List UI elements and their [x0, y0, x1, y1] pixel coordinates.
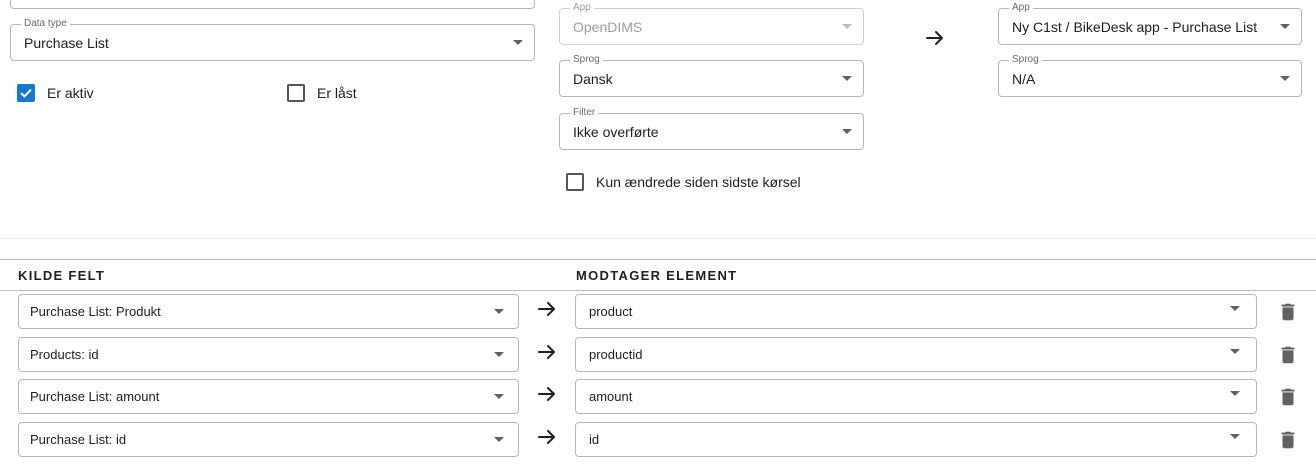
- target-element-value: product: [589, 304, 633, 319]
- target-element-select[interactable]: id: [575, 422, 1257, 457]
- source-app-select: App OpenDIMS: [559, 2, 864, 45]
- col-header-modtager-element: MODTAGER ELEMENT: [576, 268, 738, 283]
- chevron-down-icon: [494, 309, 504, 314]
- filter-select[interactable]: Filter Ikke overførte: [559, 107, 864, 150]
- trash-icon[interactable]: [1277, 344, 1299, 366]
- source-field-select[interactable]: Purchase List: Produkt: [18, 294, 519, 329]
- source-field-value: Purchase List: Produkt: [30, 304, 161, 319]
- arrow-right-icon: [926, 31, 943, 45]
- chevron-down-icon: [494, 394, 504, 399]
- trash-icon[interactable]: [1277, 301, 1299, 323]
- chevron-down-icon: [1230, 391, 1240, 396]
- table-header-top-divider: [0, 259, 1316, 260]
- target-element-select[interactable]: product: [575, 294, 1257, 329]
- data-type-value: Purchase List: [24, 35, 109, 51]
- kun-aendrede-checkbox[interactable]: [566, 173, 584, 191]
- source-field-value: Products: id: [30, 347, 99, 362]
- er-aktiv-checkbox[interactable]: [17, 84, 35, 102]
- arrow-right-icon: [538, 302, 555, 316]
- kun-aendrede-label: Kun ændrede siden sidste kørsel: [596, 174, 801, 190]
- table-header-bottom-divider: [0, 290, 1316, 291]
- chevron-down-icon: [513, 40, 523, 45]
- er-aktiv-label: Er aktiv: [47, 85, 94, 101]
- chevron-down-icon: [1280, 24, 1290, 29]
- data-type-select[interactable]: Data type Purchase List: [10, 18, 535, 61]
- arrow-right-icon: [538, 387, 555, 401]
- target-element-value: id: [589, 432, 600, 447]
- chevron-down-icon: [1280, 76, 1290, 81]
- trash-icon[interactable]: [1277, 429, 1299, 451]
- field-above-partial[interactable]: [10, 0, 535, 9]
- target-element-select[interactable]: amount: [575, 379, 1257, 414]
- section-divider: [0, 238, 1316, 239]
- target-element-value: productid: [589, 347, 643, 362]
- target-app-value: Ny C1st / BikeDesk app - Purchase List: [1012, 19, 1258, 35]
- er-last-label: Er låst: [317, 85, 357, 101]
- source-sprog-value: Dansk: [573, 71, 613, 87]
- er-last-checkbox[interactable]: [287, 84, 305, 102]
- source-field-value: Purchase List: amount: [30, 389, 160, 404]
- chevron-down-icon: [842, 24, 852, 29]
- chevron-down-icon: [842, 129, 852, 134]
- check-icon: [20, 88, 32, 98]
- source-sprog-select[interactable]: Sprog Dansk: [559, 54, 864, 97]
- col-header-kilde-felt: KILDE FELT: [18, 268, 106, 283]
- filter-value: Ikke overførte: [573, 124, 659, 140]
- chevron-down-icon: [842, 76, 852, 81]
- source-field-select[interactable]: Products: id: [18, 337, 519, 372]
- chevron-down-icon: [494, 352, 504, 357]
- target-element-value: amount: [589, 389, 633, 404]
- arrow-right-icon: [538, 430, 555, 444]
- source-field-select[interactable]: Purchase List: amount: [18, 379, 519, 414]
- source-field-select[interactable]: Purchase List: id: [18, 422, 519, 457]
- chevron-down-icon: [1230, 349, 1240, 354]
- target-sprog-value: N/A: [1012, 71, 1036, 87]
- source-field-value: Purchase List: id: [30, 432, 127, 447]
- trash-icon[interactable]: [1277, 386, 1299, 408]
- chevron-down-icon: [1230, 306, 1240, 311]
- target-element-select[interactable]: productid: [575, 337, 1257, 372]
- chevron-down-icon: [494, 437, 504, 442]
- source-app-value: OpenDIMS: [573, 19, 643, 35]
- target-sprog-select[interactable]: Sprog N/A: [998, 54, 1302, 97]
- arrow-right-icon: [538, 345, 555, 359]
- target-app-select[interactable]: App Ny C1st / BikeDesk app - Purchase Li…: [998, 2, 1302, 45]
- chevron-down-icon: [1230, 434, 1240, 439]
